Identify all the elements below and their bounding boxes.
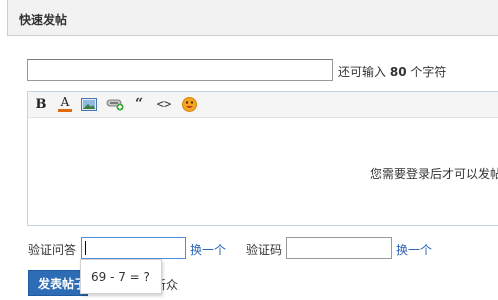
quote-icon[interactable]: “ bbox=[130, 96, 148, 112]
captcha-question-tooltip: 69 - 7 = ? bbox=[80, 259, 162, 294]
link-icon[interactable] bbox=[106, 96, 124, 112]
editor-toolbar: B A “ <> bbox=[28, 92, 498, 118]
image-icon[interactable] bbox=[80, 96, 98, 112]
smiley-icon[interactable] bbox=[180, 96, 198, 112]
login-required-message: 您需要登录后才可以发帖 bbox=[370, 167, 498, 181]
font-color-icon[interactable]: A bbox=[56, 96, 74, 112]
text-caret bbox=[85, 241, 86, 255]
change-code-link[interactable]: 换一个 bbox=[396, 241, 432, 258]
change-question-link[interactable]: 换一个 bbox=[190, 241, 226, 258]
char-hint-suffix: 个字符 bbox=[410, 65, 447, 79]
bold-icon[interactable]: B bbox=[32, 96, 50, 112]
submit-post-label: 发表帖子 bbox=[38, 276, 87, 291]
submit-post-button[interactable]: 发表帖子 bbox=[28, 270, 88, 296]
char-count-hint: 还可输入 80 个字符 bbox=[338, 63, 446, 80]
captcha-code-label: 验证码 bbox=[246, 243, 283, 257]
panel-title: 快速发帖 bbox=[19, 13, 68, 27]
code-icon[interactable]: <> bbox=[155, 96, 173, 112]
char-hint-count: 80 bbox=[389, 65, 407, 79]
captcha-code-input[interactable] bbox=[286, 237, 392, 259]
captcha-question-label: 验证问答 bbox=[28, 243, 77, 257]
char-hint-prefix: 还可输入 bbox=[338, 65, 387, 79]
captcha-question-input[interactable] bbox=[81, 237, 186, 259]
panel-header: 快速发帖 bbox=[7, 0, 498, 36]
captcha-question-text: 69 - 7 = ? bbox=[91, 269, 150, 284]
message-editor[interactable]: B A “ <> 您需要登录后才可以发帖 bbox=[27, 91, 498, 226]
subject-input[interactable] bbox=[27, 59, 333, 81]
